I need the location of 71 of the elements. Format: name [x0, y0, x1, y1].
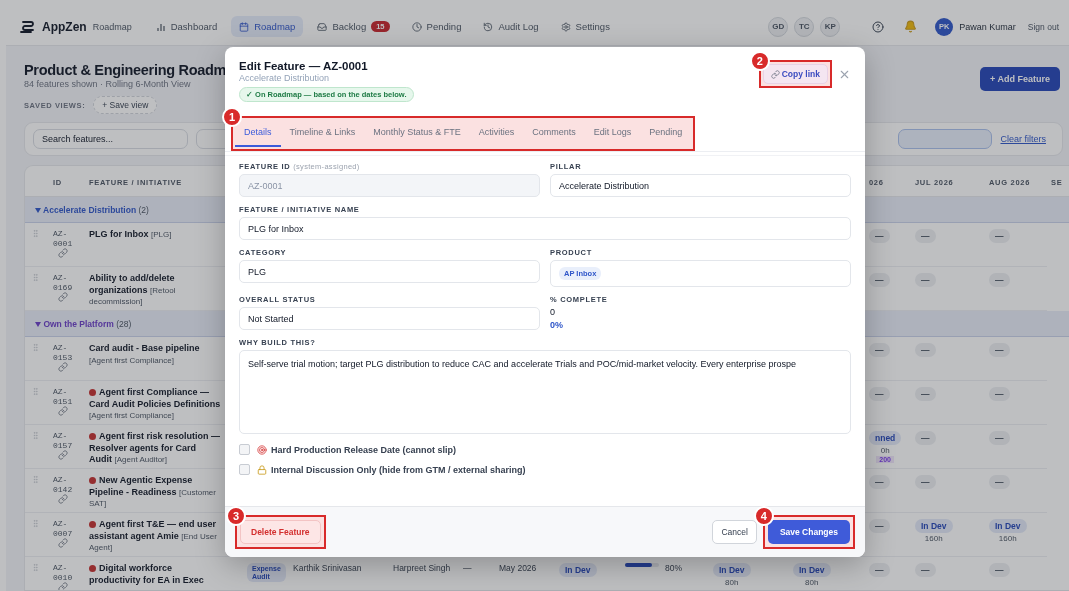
dialog-subtitle: Accelerate Distribution	[239, 73, 331, 83]
empty-pill: —	[869, 475, 890, 489]
input-field: AZ-0001	[239, 174, 540, 197]
empty-pill: —	[869, 387, 890, 401]
date-text: May 2026	[499, 563, 537, 574]
status-pill: In Dev	[559, 563, 597, 577]
feature-title: Card audit - Base pipeline [Agent first Compliance]	[89, 343, 201, 367]
presence-avatar: TC	[794, 16, 815, 37]
empty-pill: —	[915, 475, 936, 489]
empty-pill: —	[989, 273, 1010, 287]
callout-number: 2	[749, 51, 770, 71]
owner-text: Karthik Srinivasan	[293, 563, 362, 574]
feature-id: AZ-0157	[53, 431, 73, 451]
empty-pill: —	[989, 475, 1010, 489]
empty-pill: —	[989, 387, 1010, 401]
owner-text: Harpreet Singh	[393, 563, 451, 574]
callout-number: 4	[753, 506, 774, 526]
hours-text: 80h	[725, 578, 739, 587]
empty-pill: —	[869, 229, 890, 243]
hours-text: 0h	[880, 446, 890, 455]
status-pill: In Dev	[713, 563, 751, 577]
page-subtitle: 84 features shown · Rolling 6-Month View	[24, 79, 192, 89]
empty-pill: —	[869, 273, 890, 287]
empty-pill: —	[869, 563, 890, 577]
feature-title: Agent first T&E — end user assistant agent Amie [End User Agent]	[89, 519, 218, 554]
empty-pill: —	[869, 343, 890, 357]
checkbox-label: Internal Discussion Only (hide from GTM / external sharing)	[271, 464, 526, 475]
user-name: Pawan Kumar	[959, 21, 1016, 32]
hours-text: 160h	[998, 534, 1017, 543]
empty-pill: —	[915, 343, 936, 357]
empty-pill: —	[915, 431, 936, 445]
feature-id: AZ-0142	[53, 475, 73, 495]
progress-reading: 80%	[665, 563, 682, 574]
feature-id: AZ-0001	[53, 229, 73, 249]
presence-avatar: KP	[820, 16, 841, 37]
status-pill: In Dev	[915, 519, 953, 533]
presence-avatar: GD	[768, 16, 789, 37]
feature-id: AZ-0010	[53, 563, 73, 583]
hours-text: 160h	[924, 534, 943, 543]
empty-pill: —	[915, 273, 936, 287]
empty-pill: —	[989, 563, 1010, 577]
callout-number: 1	[222, 107, 242, 127]
feature-title: New Agentic Expense Pipeline - Readiness [Customer SAT]	[89, 475, 217, 510]
feature-title: Agent first Compliance — Card Audit Policies Definitions [Agent first Compliance]	[89, 387, 221, 422]
callout-number: 3	[226, 506, 246, 526]
empty-pill: —	[869, 519, 890, 533]
empty-pill: —	[989, 229, 1010, 243]
app-section-label: Roadmap	[92, 21, 132, 32]
complete-value: 0	[550, 307, 556, 317]
feature-title: PLG for Inbox [PLG]	[89, 229, 172, 241]
empty-pill: —	[915, 563, 936, 577]
empty-pill: —	[915, 387, 936, 401]
complete-percent: 0%	[550, 320, 564, 330]
feature-id: AZ-0169	[53, 273, 73, 293]
empty-pill: —	[989, 343, 1010, 357]
feature-title: Ability to add/delete organizations [Retool decommission]	[89, 273, 177, 308]
page-title: Product & Engineering Roadm	[24, 62, 227, 78]
feature-id: AZ-0153	[53, 343, 73, 363]
status-pill: In Dev	[989, 519, 1027, 533]
empty-pill: —	[915, 229, 936, 243]
status-pill: nned	[869, 431, 902, 445]
checkbox-label: Hard Production Release Date (cannot slip)	[271, 444, 457, 455]
dash-text: —	[463, 563, 472, 574]
empty-pill: —	[989, 431, 1010, 445]
dialog-title: Edit Feature — AZ-0001	[239, 60, 369, 72]
feature-title: Digital workforce productivity for EA in Exec	[89, 563, 205, 587]
hours-text: 80h	[805, 578, 819, 587]
feature-id: AZ-0007	[53, 519, 73, 539]
feature-id: AZ-0151	[53, 387, 73, 407]
feature-title: Agent first risk resolution — Resolver agents for Card Audit [Agent Auditor]	[89, 431, 221, 466]
status-pill: In Dev	[793, 563, 831, 577]
